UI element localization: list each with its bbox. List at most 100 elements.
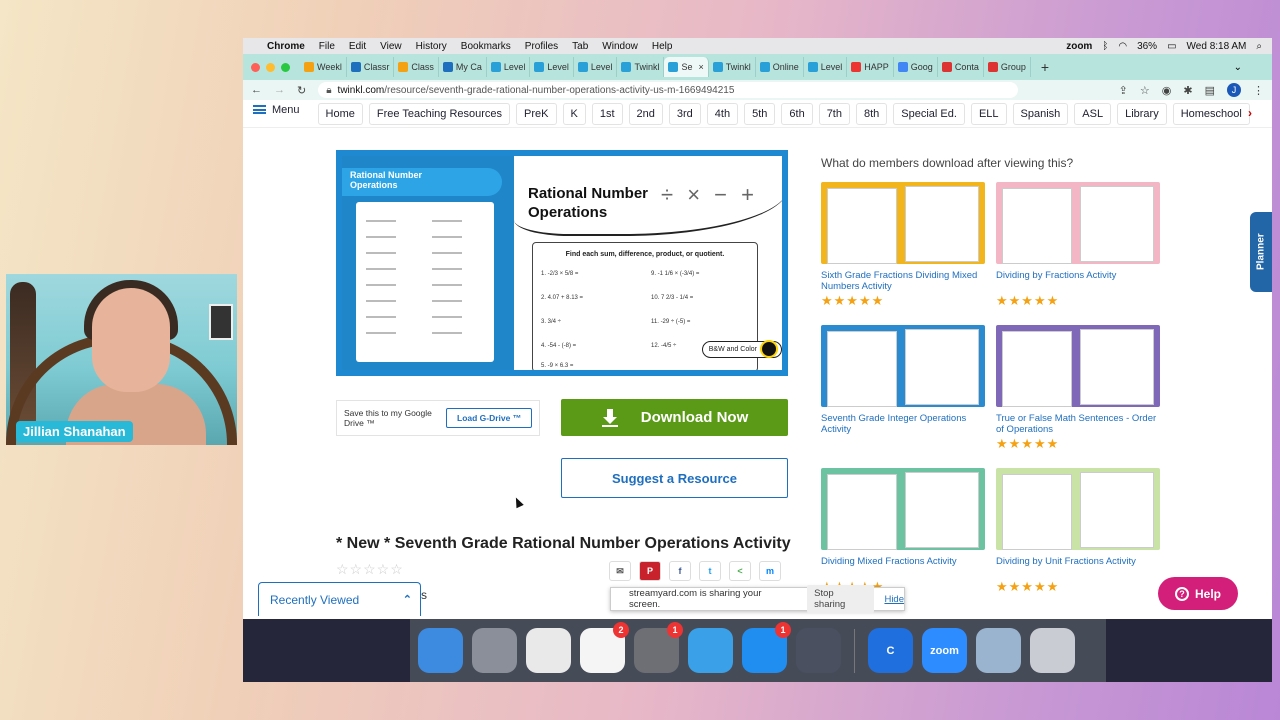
resource-title-link[interactable]: Dividing by Unit Fractions Activity xyxy=(996,556,1160,578)
app-store-icon[interactable]: 1 xyxy=(742,622,791,673)
messenger-share-icon[interactable]: m xyxy=(759,561,781,581)
chrome-icon[interactable] xyxy=(526,628,571,673)
browser-tab[interactable]: Level xyxy=(487,57,531,77)
battery-icon[interactable]: ▭ xyxy=(1167,41,1176,52)
bluetooth-icon[interactable]: ᛒ xyxy=(1102,41,1108,52)
menu-button[interactable]: Menu xyxy=(253,104,300,116)
recently-viewed-tab[interactable]: Recently Viewed ⌃ xyxy=(258,582,421,616)
bookmark-star-icon[interactable]: ☆ xyxy=(1140,84,1150,97)
safari-icon[interactable] xyxy=(688,628,733,673)
reload-icon[interactable]: ↻ xyxy=(297,84,306,97)
browser-tab[interactable]: HAPP xyxy=(847,57,894,77)
more-menu-icon[interactable]: ⋮ xyxy=(1253,84,1264,97)
resource-thumbnail[interactable] xyxy=(996,182,1160,264)
rating-stars[interactable]: ☆☆☆☆☆ xyxy=(336,561,404,578)
browser-tab[interactable]: Weekl xyxy=(300,57,347,77)
nav-link[interactable]: 3rd xyxy=(668,102,701,125)
unknown-app-icon[interactable] xyxy=(796,628,841,673)
zoom-window-icon[interactable] xyxy=(281,62,290,72)
pinterest-share-icon[interactable]: P xyxy=(639,561,661,581)
nav-link[interactable]: Homeschool xyxy=(1172,102,1250,125)
nav-link[interactable]: 8th xyxy=(855,102,888,125)
resource-title-link[interactable]: Dividing Mixed Fractions Activity xyxy=(821,556,985,578)
menu-tab[interactable]: Tab xyxy=(572,41,588,52)
nav-link[interactable]: 4th xyxy=(706,102,739,125)
tab-search-icon[interactable]: ⌄ xyxy=(1234,62,1242,73)
menu-window[interactable]: Window xyxy=(602,41,638,52)
resource-thumbnail[interactable] xyxy=(821,468,985,550)
app-menu[interactable]: Chrome xyxy=(267,41,305,52)
new-tab-button[interactable]: + xyxy=(1041,59,1049,75)
puzzle-icon[interactable]: ✱ xyxy=(1183,84,1192,97)
wifi-icon[interactable]: ◠ xyxy=(1118,41,1127,52)
menu-file[interactable]: File xyxy=(319,41,335,52)
menu-help[interactable]: Help xyxy=(652,41,673,52)
related-resource-card[interactable]: Dividing by Unit Fractions Activity ★★★★★ xyxy=(996,468,1160,595)
nav-more-icon[interactable]: › xyxy=(1248,106,1264,124)
zoom-icon[interactable]: zoom xyxy=(922,628,967,673)
zoom-status-icon[interactable]: zoom xyxy=(1066,41,1092,52)
nav-link[interactable]: ASL xyxy=(1074,102,1112,125)
related-resource-card[interactable]: Seventh Grade Integer Operations Activit… xyxy=(821,325,985,436)
browser-tab[interactable]: Online xyxy=(756,57,804,77)
resource-thumbnail[interactable] xyxy=(996,468,1160,550)
clock[interactable]: Wed 8:18 AM xyxy=(1187,41,1247,52)
browser-tab[interactable]: Level xyxy=(574,57,618,77)
resource-title-link[interactable]: Sixth Grade Fractions Dividing Mixed Num… xyxy=(821,270,985,292)
planner-tab[interactable]: Planner xyxy=(1250,212,1272,292)
related-resource-card[interactable]: Dividing Mixed Fractions Activity★★★★★ xyxy=(821,468,985,595)
back-icon[interactable]: ← xyxy=(251,84,262,96)
download-now-button[interactable]: Download Now xyxy=(561,399,788,436)
system-preferences-icon[interactable]: 1 xyxy=(634,622,683,673)
launchpad-icon[interactable] xyxy=(472,628,517,673)
menu-view[interactable]: View xyxy=(380,41,402,52)
reading-list-icon[interactable]: ▤ xyxy=(1205,84,1215,97)
nav-link[interactable]: 1st xyxy=(591,102,623,125)
resource-preview[interactable]: Rational Number Operations Rational Numb… xyxy=(336,150,788,376)
menu-profiles[interactable]: Profiles xyxy=(525,41,558,52)
profile-avatar[interactable]: J xyxy=(1227,83,1241,97)
browser-tab[interactable]: Level xyxy=(804,57,848,77)
menu-edit[interactable]: Edit xyxy=(349,41,366,52)
hide-share-bar-link[interactable]: Hide xyxy=(884,594,904,605)
nav-link[interactable]: 2nd xyxy=(628,102,663,125)
nav-link[interactable]: ELL xyxy=(970,102,1007,125)
share-icon[interactable]: ⇪ xyxy=(1119,84,1128,97)
browser-tab[interactable]: Group xyxy=(984,57,1031,77)
close-tab-icon[interactable]: × xyxy=(698,62,703,72)
finder-icon[interactable] xyxy=(418,628,463,673)
stop-sharing-button[interactable]: Stop sharing xyxy=(807,585,875,613)
nav-link[interactable]: 6th xyxy=(781,102,813,125)
search-icon[interactable]: ⌕ xyxy=(1256,41,1262,52)
resource-title-link[interactable]: True or False Math Sentences - Order of … xyxy=(996,413,1160,435)
browser-tab[interactable]: Se × xyxy=(664,57,709,77)
nav-link[interactable]: Free Teaching Resources xyxy=(368,102,511,125)
related-resource-card[interactable]: True or False Math Sentences - Order of … xyxy=(996,325,1160,452)
facebook-share-icon[interactable]: f xyxy=(669,561,691,581)
forward-icon[interactable]: → xyxy=(274,84,285,96)
minimize-window-icon[interactable] xyxy=(266,62,275,72)
nav-link[interactable]: Special Ed. xyxy=(893,102,965,125)
resource-thumbnail[interactable] xyxy=(821,182,985,264)
preview-icon[interactable] xyxy=(976,628,1021,673)
browser-tab[interactable]: Level xyxy=(530,57,574,77)
nav-link[interactable]: K xyxy=(562,102,586,125)
browser-tab[interactable]: My Ca xyxy=(439,57,487,77)
twitter-share-icon[interactable]: t xyxy=(699,561,721,581)
url-field[interactable]: 🔒︎ twinkl.com/resource/seventh-grade-rat… xyxy=(318,82,1019,98)
nav-link[interactable]: 5th xyxy=(744,102,776,125)
browser-tab[interactable]: Twinkl xyxy=(709,57,756,77)
resource-title-link[interactable]: Dividing by Fractions Activity xyxy=(996,270,1160,292)
close-window-icon[interactable] xyxy=(251,62,260,72)
trash-icon[interactable] xyxy=(1030,628,1075,673)
load-gdrive-button[interactable]: Load G-Drive ™ xyxy=(446,408,533,428)
browser-tab[interactable]: Class xyxy=(394,57,439,77)
extension-icon[interactable]: ◉ xyxy=(1162,84,1172,97)
browser-tab[interactable]: Conta xyxy=(938,57,984,77)
menu-bookmarks[interactable]: Bookmarks xyxy=(461,41,511,52)
nav-link[interactable]: Library xyxy=(1117,102,1167,125)
suggest-resource-button[interactable]: Suggest a Resource xyxy=(561,458,788,498)
browser-tab[interactable]: Classr xyxy=(347,57,395,77)
resource-thumbnail[interactable] xyxy=(996,325,1160,407)
help-button[interactable]: ? Help xyxy=(1158,577,1238,610)
